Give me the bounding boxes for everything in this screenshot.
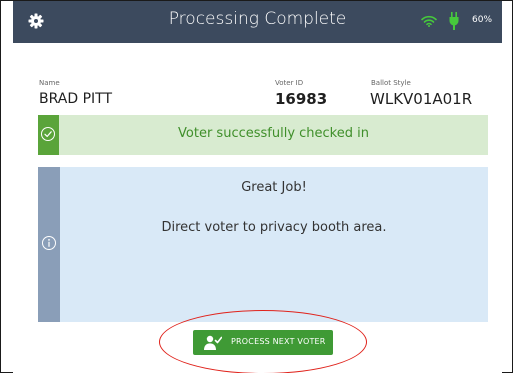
- voter-id-label: Voter ID: [275, 79, 304, 87]
- info-panel: Great Job! Direct voter to privacy booth…: [38, 167, 488, 322]
- plug-icon: [449, 12, 459, 30]
- ballot-style-label: Ballot Style: [371, 79, 411, 87]
- info-panel-accent: [38, 167, 60, 322]
- highlight-ellipse: [159, 310, 367, 373]
- name-label: Name: [39, 79, 60, 87]
- info-message: Direct voter to privacy booth area.: [161, 220, 387, 235]
- info-title: Great Job!: [241, 180, 307, 195]
- app-window: Processing Complete 60% Name BRAD PITT V…: [0, 0, 513, 373]
- wifi-icon: [421, 15, 437, 27]
- battery-level: 60%: [472, 15, 493, 25]
- success-message: Voter successfully checked in: [178, 126, 369, 141]
- gear-icon[interactable]: [28, 13, 44, 29]
- ballot-style: WLKV01A01R: [370, 90, 473, 108]
- voter-id: 16983: [275, 90, 328, 108]
- main-content: Name BRAD PITT Voter ID 16983 Ballot Sty…: [13, 43, 502, 373]
- success-banner-accent: [38, 115, 59, 155]
- success-banner: Voter successfully checked in: [38, 115, 488, 155]
- voter-name: BRAD PITT: [39, 91, 113, 107]
- check-circle-icon: [41, 127, 55, 141]
- top-bar: Processing Complete 60%: [13, 1, 502, 43]
- info-icon: [42, 236, 56, 250]
- page-title: Processing Complete: [168, 9, 347, 29]
